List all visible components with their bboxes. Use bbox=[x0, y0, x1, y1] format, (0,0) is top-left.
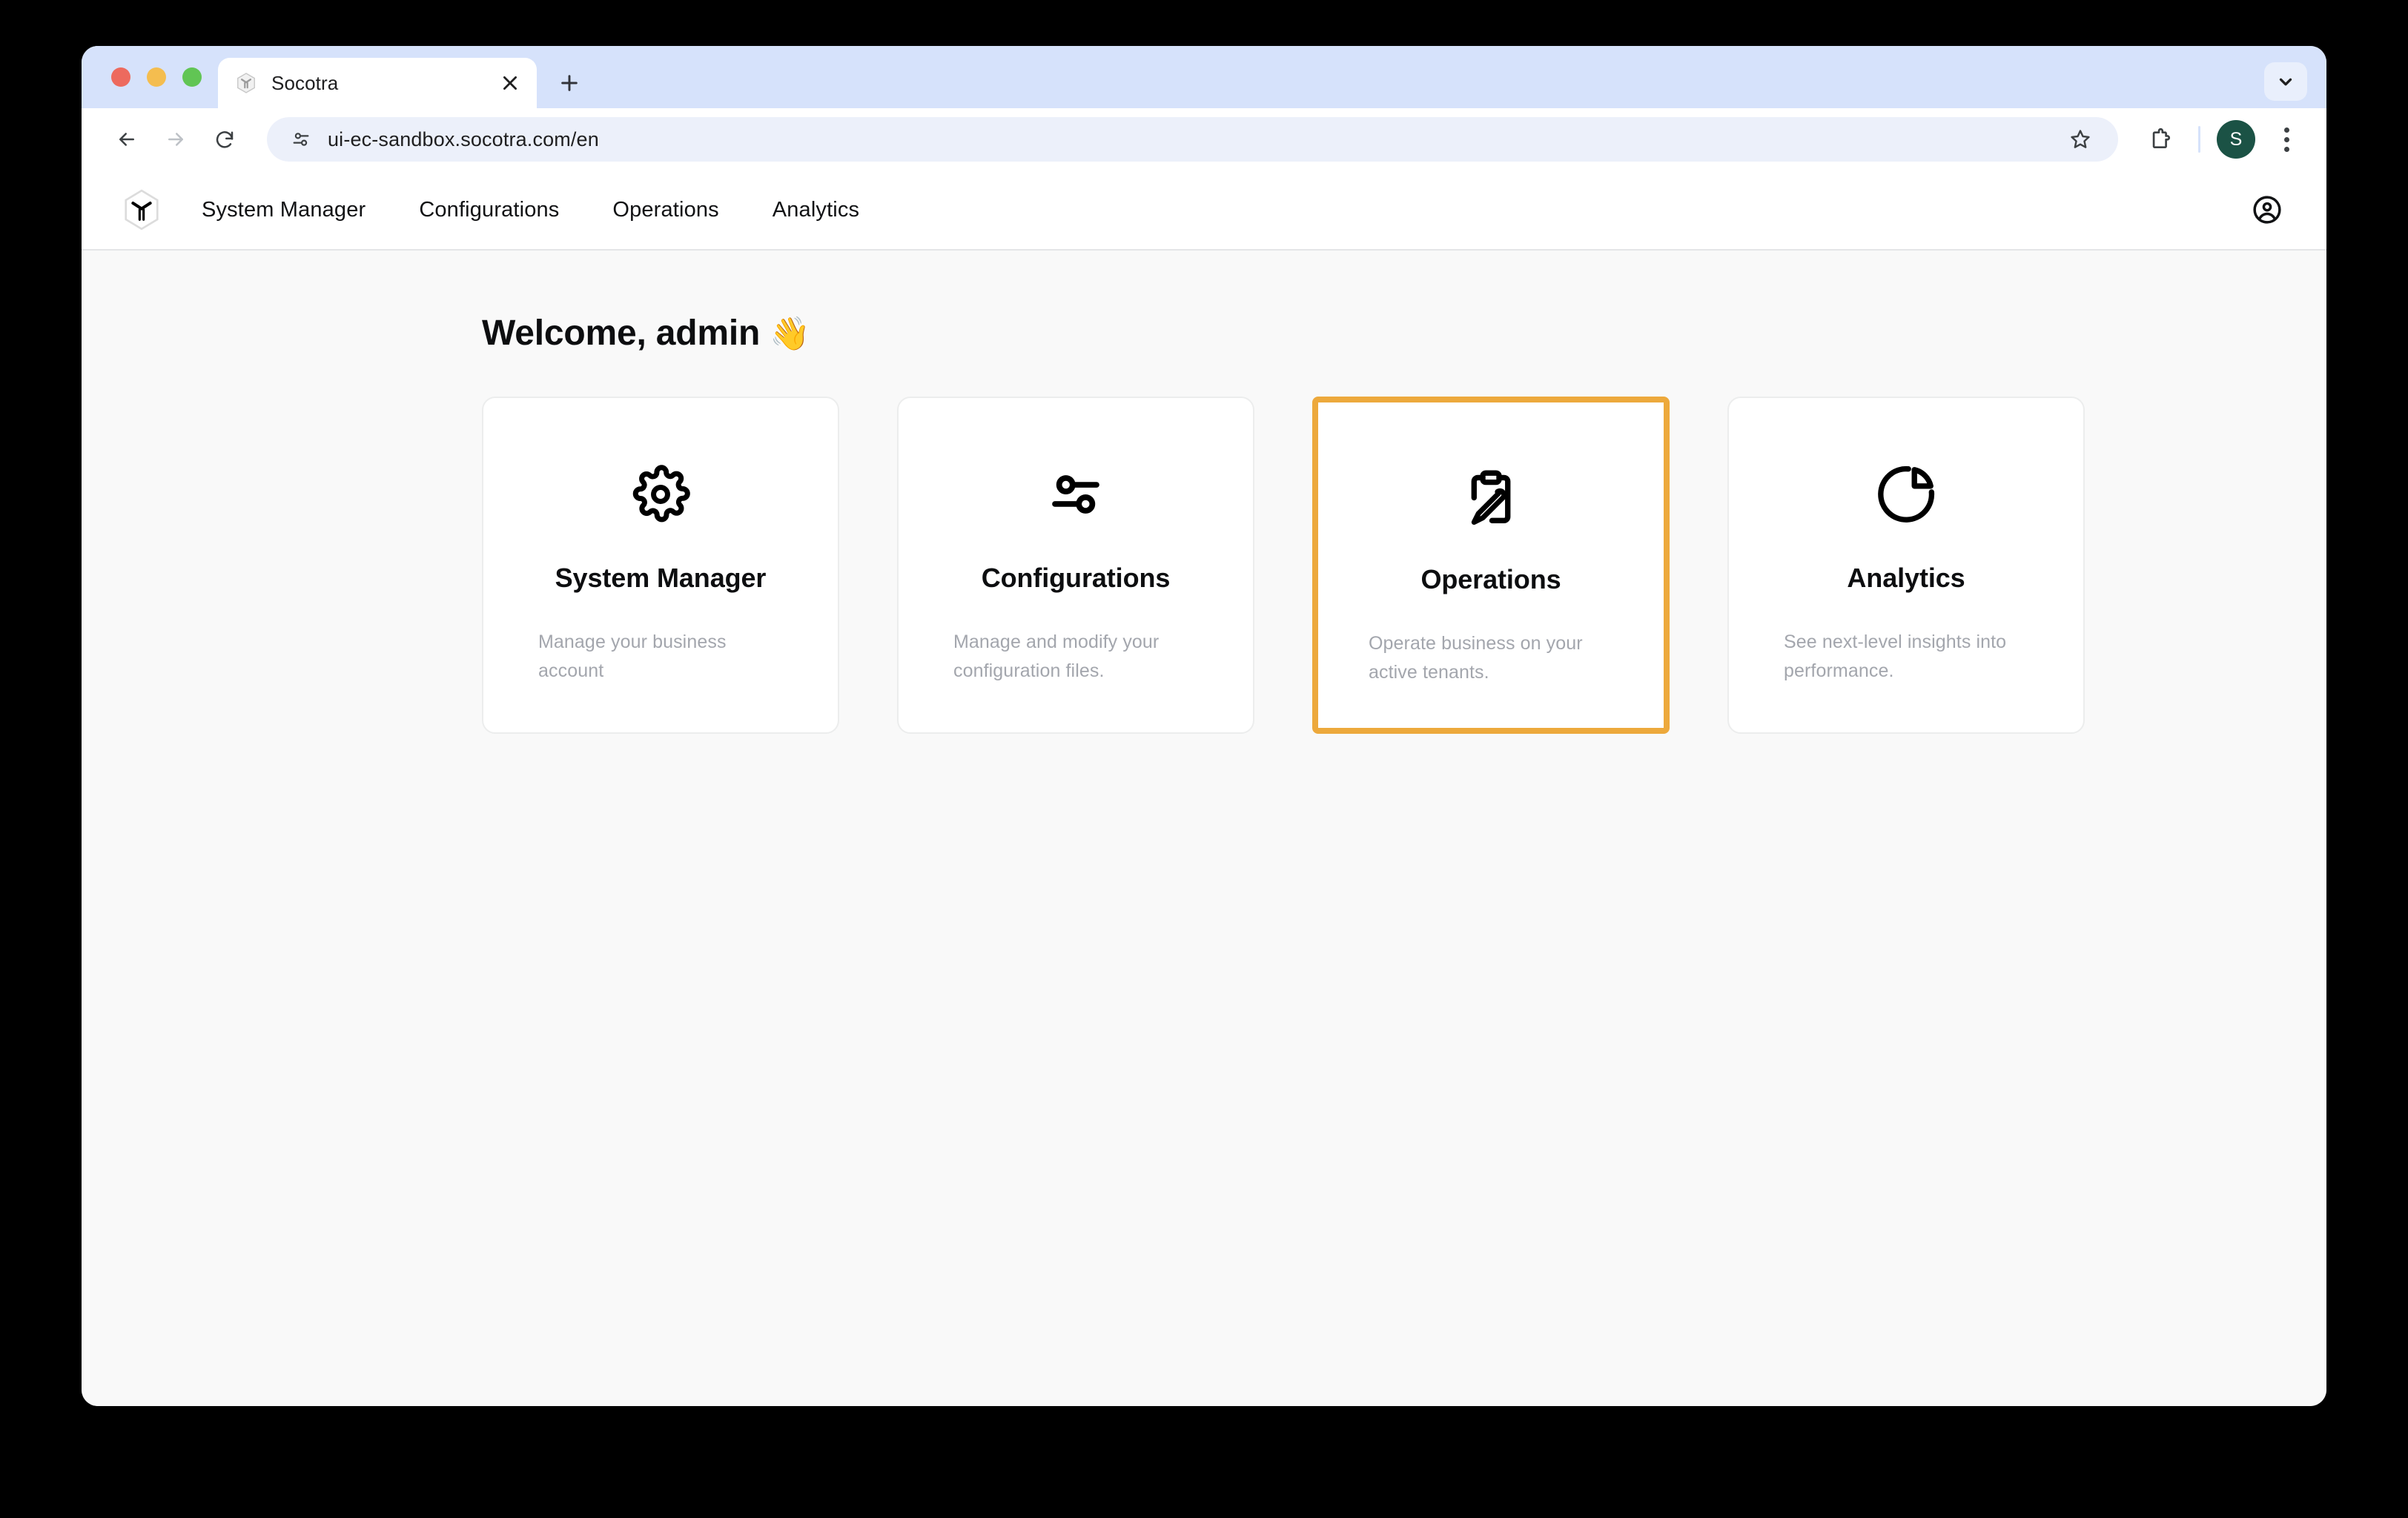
card-description: See next-level insights into performance… bbox=[1784, 632, 2007, 681]
nav-link-operations[interactable]: Operations bbox=[586, 198, 745, 222]
url-text: ui-ec-sandbox.socotra.com/en bbox=[328, 127, 599, 150]
module-card-grid: System Manager Manage your business acco… bbox=[482, 397, 2267, 734]
clipboard-pencil-icon bbox=[1458, 460, 1524, 537]
waving-hand-icon: 👋 bbox=[770, 316, 810, 352]
maximize-window-button[interactable] bbox=[182, 67, 202, 87]
forward-icon[interactable] bbox=[153, 116, 199, 162]
nav-link-system-manager[interactable]: System Manager bbox=[202, 198, 392, 222]
browser-tab-socotra[interactable]: Socotra bbox=[218, 58, 537, 108]
nav-link-analytics[interactable]: Analytics bbox=[746, 198, 886, 222]
tab-search-button[interactable] bbox=[2264, 62, 2307, 101]
browser-window: Socotra ui-ec-sandbox.socotra.com/en S S… bbox=[82, 46, 2326, 1406]
card-system-manager[interactable]: System Manager Manage your business acco… bbox=[482, 397, 839, 734]
socotra-hexagon-logo[interactable] bbox=[119, 187, 165, 233]
three-dot-menu-icon[interactable] bbox=[2266, 119, 2307, 160]
toolbar-divider bbox=[2198, 126, 2200, 153]
pie-chart-icon bbox=[1875, 456, 1937, 533]
account-circle-icon[interactable] bbox=[2248, 190, 2286, 229]
card-analytics[interactable]: Analytics See next-level insights into p… bbox=[1727, 397, 2085, 734]
card-title: System Manager bbox=[555, 563, 767, 593]
reload-icon[interactable] bbox=[202, 116, 248, 162]
extensions-icon[interactable] bbox=[2139, 118, 2182, 161]
star-outline-icon[interactable] bbox=[2063, 122, 2097, 156]
card-title: Operations bbox=[1420, 564, 1561, 594]
new-tab-button[interactable] bbox=[550, 64, 589, 102]
card-description: Manage and modify your configuration fil… bbox=[953, 632, 1160, 681]
card-description: Operate business on your active tenants. bbox=[1369, 633, 1583, 683]
tab-strip: Socotra bbox=[82, 46, 2326, 108]
page-content: Welcome, admin 👋 System Manager Manage y… bbox=[82, 251, 2326, 1406]
nav-link-configurations[interactable]: Configurations bbox=[392, 198, 586, 222]
window-traffic-lights bbox=[104, 46, 214, 108]
app-navigation-bar: System Manager Configurations Operations… bbox=[82, 170, 2326, 251]
card-title: Analytics bbox=[1847, 563, 1965, 593]
socotra-hexagon-favicon bbox=[234, 71, 258, 95]
close-icon[interactable] bbox=[497, 70, 523, 96]
avatar[interactable]: S bbox=[2217, 120, 2255, 159]
close-window-button[interactable] bbox=[111, 67, 130, 87]
gear-icon bbox=[629, 456, 692, 533]
omnibox[interactable]: ui-ec-sandbox.socotra.com/en bbox=[267, 117, 2118, 162]
card-operations[interactable]: Operations Operate business on your acti… bbox=[1312, 397, 1670, 734]
browser-toolbar: ui-ec-sandbox.socotra.com/en S bbox=[82, 108, 2326, 170]
card-configurations[interactable]: Configurations Manage and modify your co… bbox=[897, 397, 1254, 734]
sliders-icon bbox=[1045, 456, 1107, 533]
browser-tab-title: Socotra bbox=[271, 71, 339, 94]
site-settings-icon[interactable] bbox=[286, 125, 316, 154]
card-title: Configurations bbox=[981, 563, 1171, 593]
minimize-window-button[interactable] bbox=[147, 67, 166, 87]
welcome-text: Welcome, admin bbox=[482, 314, 761, 353]
card-description: Manage your business account bbox=[538, 632, 727, 681]
page-title: Welcome, admin 👋 bbox=[482, 313, 2267, 354]
back-icon[interactable] bbox=[104, 116, 150, 162]
app-nav-links: System Manager Configurations Operations… bbox=[202, 198, 886, 222]
app-viewport: System Manager Configurations Operations… bbox=[82, 170, 2326, 1406]
